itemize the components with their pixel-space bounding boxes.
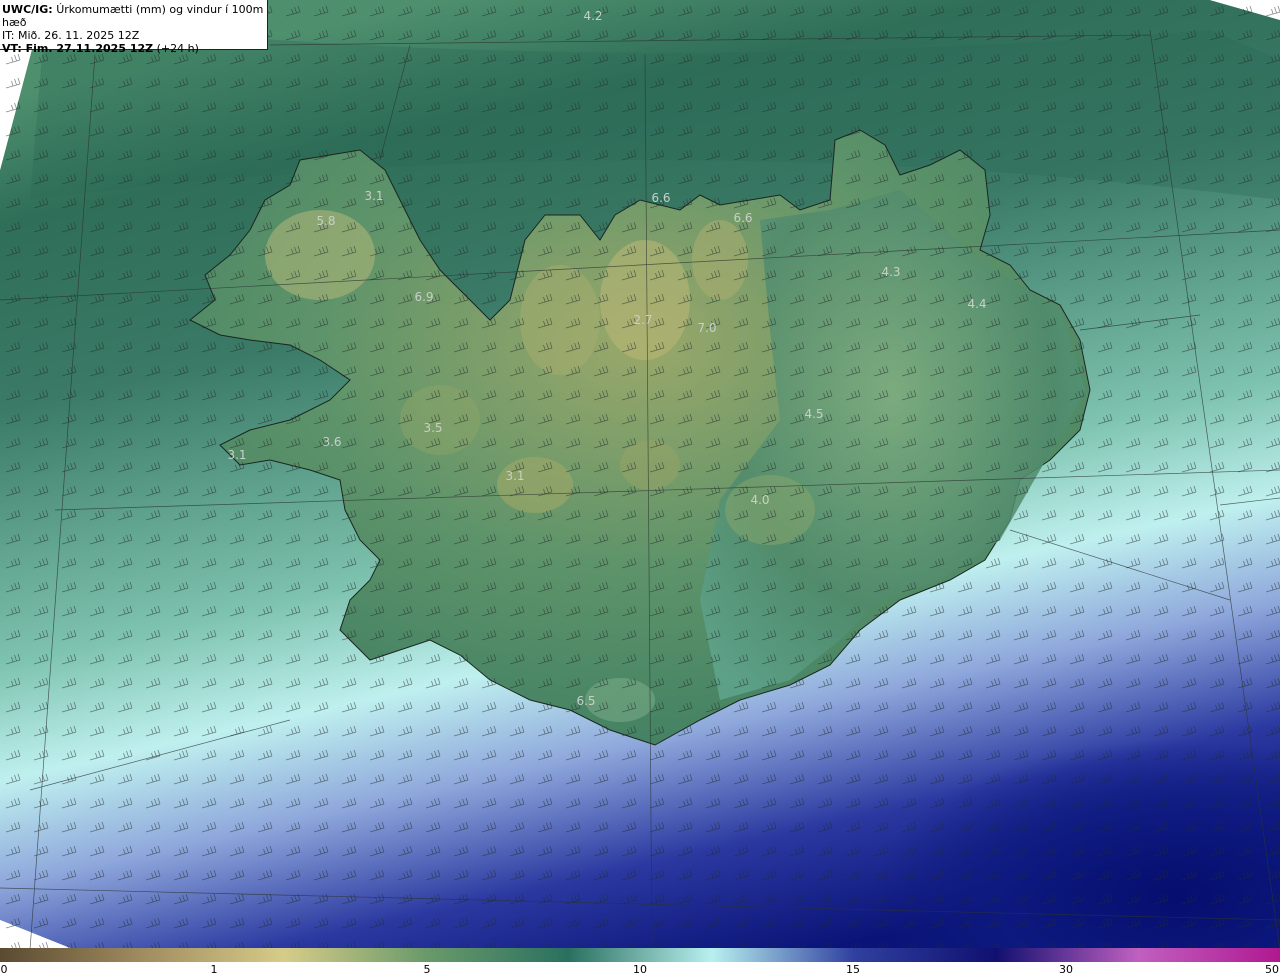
value-label: 3.1 xyxy=(364,189,383,203)
value-label: 6.6 xyxy=(651,191,670,205)
value-label: 4.5 xyxy=(804,407,823,421)
value-label: 3.5 xyxy=(423,421,442,435)
map-info-box: UWC/IG: Úrkomumætti (mm) og vindur í 100… xyxy=(0,0,268,55)
value-label: 6.6 xyxy=(733,211,752,225)
valid-time: VT: Fim. 27.11.2025 12Z xyxy=(2,42,154,55)
colorbar-strip xyxy=(0,948,1280,962)
value-label: 4.2 xyxy=(583,9,602,23)
init-time: IT: Mið. 26. 11. 2025 12Z xyxy=(2,29,140,42)
value-label: 6.9 xyxy=(414,290,433,304)
value-label: 3.6 xyxy=(322,435,341,449)
colorbar-tick-label: 5 xyxy=(423,963,431,976)
colorbar-tick-label: 1 xyxy=(210,963,218,976)
colorbar-tick-label: 0 xyxy=(0,963,8,976)
value-label: 4.0 xyxy=(750,493,769,507)
precipitation-map: 4.2 3.1 5.8 6.9 6.6 6.6 2.7 7.0 4.3 4.4 4.5 3.5 3.6 3… xyxy=(0,0,1280,948)
colorbar-tick-label: 15 xyxy=(846,963,860,976)
value-label: 4.3 xyxy=(881,265,900,279)
value-label: 7.0 xyxy=(697,321,716,335)
forecast-offset: (+24 h) xyxy=(153,42,199,55)
value-label: 3.1 xyxy=(227,448,246,462)
value-label: 4.4 xyxy=(967,297,986,311)
value-label: 5.8 xyxy=(316,214,335,228)
model-label: UWC/IG: xyxy=(2,3,53,16)
colorbar-tick-label: 30 xyxy=(1059,963,1073,976)
value-label: 6.5 xyxy=(576,694,595,708)
colorbar-tick-label: 10 xyxy=(633,963,647,976)
colorbar: 0 1 5 10 15 30 50 xyxy=(0,948,1280,978)
value-label: 3.1 xyxy=(505,469,524,483)
colorbar-tick-label: 50 xyxy=(1265,963,1279,976)
value-label: 2.7 xyxy=(633,313,652,327)
